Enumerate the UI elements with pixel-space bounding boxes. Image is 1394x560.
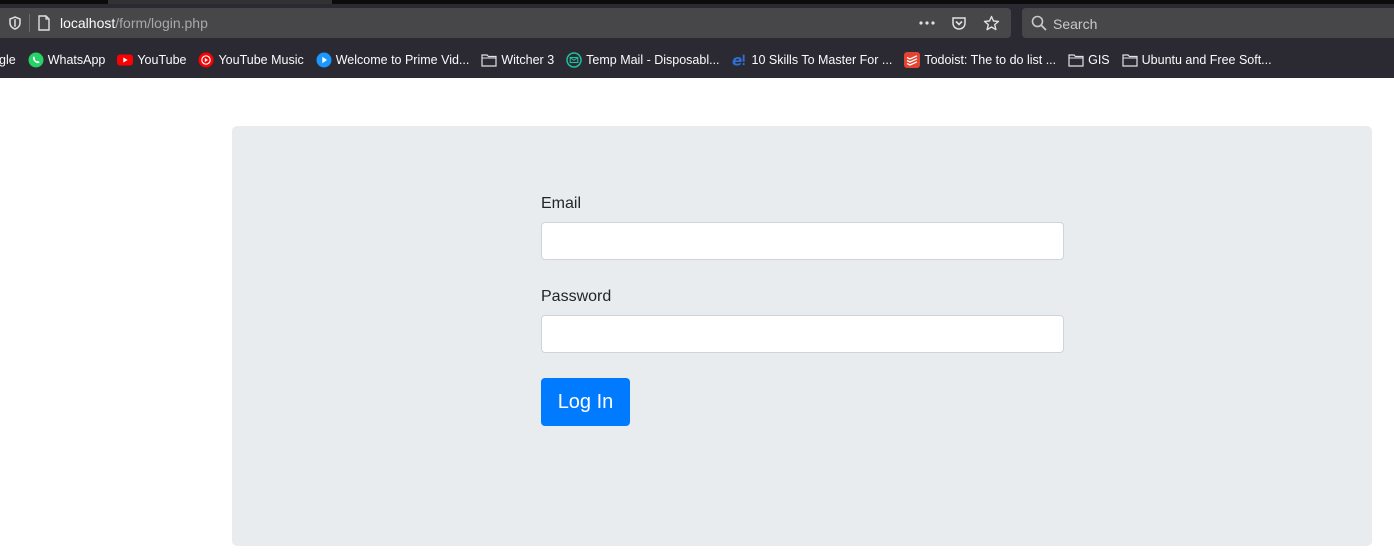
bookmark-youtube-music[interactable]: YouTube Music	[192, 48, 309, 72]
bookmark-label: WhatsApp	[47, 53, 106, 67]
bookmark-label: gle	[0, 53, 16, 67]
bookmark-label: Ubuntu and Free Soft...	[1141, 53, 1272, 67]
bookmark-label: 10 Skills To Master For ...	[751, 53, 893, 67]
whatsapp-icon	[28, 52, 44, 68]
svg-text:e: e	[732, 52, 742, 68]
url-path: /form/login.php	[115, 15, 208, 31]
email-label: Email	[541, 195, 582, 212]
folder-icon	[1122, 52, 1138, 68]
bookmark-folder-gis[interactable]: GIS	[1062, 48, 1116, 72]
bookmark-label: Witcher 3	[501, 53, 555, 67]
navigation-toolbar: localhost/form/login.php Search	[0, 4, 1394, 42]
password-field[interactable]	[541, 315, 1064, 353]
bookmark-label: Welcome to Prime Vid...	[335, 53, 470, 67]
search-icon	[1031, 15, 1047, 31]
bookmark-todoist[interactable]: Todoist: The to do list ...	[898, 48, 1062, 72]
bookmark-label: YouTube	[137, 53, 187, 67]
email-field[interactable]	[541, 222, 1064, 260]
url-bar[interactable]: localhost/form/login.php	[0, 8, 1011, 38]
bookmark-youtube[interactable]: YouTube	[111, 48, 192, 72]
bookmarks-toolbar: gle WhatsApp YouTube YouTube Music Welco…	[0, 42, 1394, 78]
todoist-icon	[904, 52, 921, 68]
prime-video-icon	[316, 52, 332, 68]
bookmark-whatsapp[interactable]: WhatsApp	[22, 48, 112, 72]
temp-mail-icon	[566, 52, 582, 68]
bookmark-star-icon[interactable]	[981, 13, 1001, 33]
page-icon[interactable]	[37, 15, 51, 31]
url-separator	[29, 14, 30, 32]
youtube-icon	[117, 52, 134, 68]
folder-icon	[481, 52, 497, 68]
url-host: localhost	[60, 15, 116, 31]
login-button[interactable]: Log In	[541, 378, 630, 426]
more-icon[interactable]	[917, 13, 937, 33]
bookmark-label: Temp Mail - Disposabl...	[586, 53, 720, 67]
bookmark-folder-witcher[interactable]: Witcher 3	[475, 48, 560, 72]
url-text[interactable]: localhost/form/login.php	[60, 15, 208, 31]
bookmark-prime-video[interactable]: Welcome to Prime Vid...	[310, 48, 476, 72]
bookmark-temp-mail[interactable]: Temp Mail - Disposabl...	[560, 48, 725, 72]
password-label: Password	[541, 288, 612, 305]
login-form: Email Password Log In	[541, 194, 1064, 426]
shield-icon[interactable]	[8, 16, 22, 30]
login-card: Email Password Log In	[232, 126, 1372, 546]
bookmark-label: GIS	[1088, 53, 1110, 67]
search-placeholder: Search	[1053, 16, 1098, 32]
bookmark-google[interactable]: gle	[0, 48, 22, 72]
e-icon: e	[732, 52, 748, 68]
bookmark-label: YouTube Music	[218, 53, 304, 67]
youtube-music-icon	[198, 52, 214, 68]
url-actions	[917, 13, 1001, 33]
bookmark-label: Todoist: The to do list ...	[924, 53, 1057, 67]
bookmark-skills[interactable]: e 10 Skills To Master For ...	[726, 48, 899, 72]
search-bar[interactable]: Search	[1022, 8, 1394, 38]
folder-icon	[1068, 52, 1084, 68]
pocket-icon[interactable]	[949, 13, 969, 33]
bookmark-folder-ubuntu[interactable]: Ubuntu and Free Soft...	[1116, 48, 1278, 72]
